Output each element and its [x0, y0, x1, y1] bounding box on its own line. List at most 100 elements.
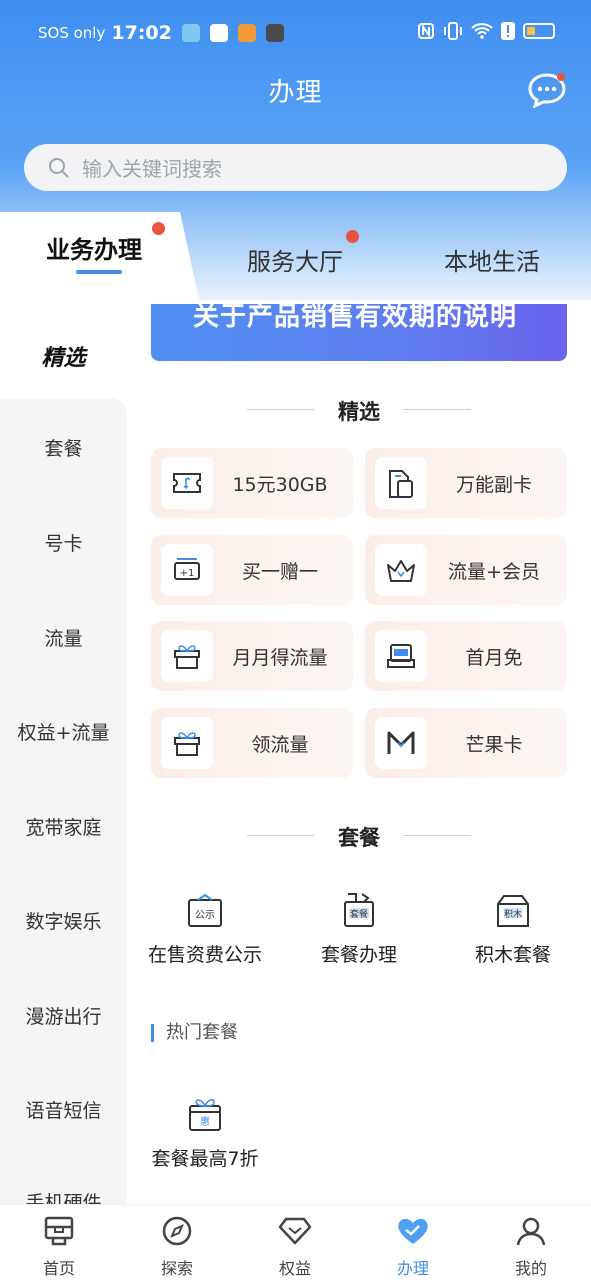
featured-section-title: 精选: [151, 396, 567, 426]
package-icon: 套餐: [289, 888, 429, 928]
chat-bubble-icon: [528, 73, 566, 109]
tab-label: 业务办理: [46, 236, 142, 264]
card-claim-data[interactable]: 领流量: [151, 708, 353, 778]
sidebar-item-number-card[interactable]: 号卡: [0, 529, 127, 556]
search-bar[interactable]: 输入关键词搜索: [24, 144, 567, 191]
tab-service-hall[interactable]: 服务大厅: [247, 242, 343, 277]
search-icon: [49, 157, 69, 178]
status-bar: SOS only 17:02: [0, 0, 591, 64]
search-placeholder: 输入关键词搜索: [82, 157, 222, 181]
icon-badge-text: 公示: [195, 910, 215, 921]
divider: [247, 409, 315, 410]
package-item-block-package[interactable]: 积木 积木套餐: [443, 888, 583, 967]
nav-explore[interactable]: 探索: [127, 1213, 227, 1279]
compass-icon: [127, 1213, 227, 1249]
card-mango-card[interactable]: 芒果卡: [365, 708, 567, 778]
nav-label: 权益: [278, 1259, 311, 1278]
top-tabs: 业务办理 服务大厅 本地生活: [0, 212, 591, 304]
card-label: 领流量: [251, 734, 309, 756]
card-label: 15元30GB: [232, 474, 328, 496]
divider: [403, 409, 471, 410]
battery-icon: [523, 23, 555, 39]
card-universal-secondary-card[interactable]: 万能副卡: [365, 448, 567, 518]
card-label: 首月免: [465, 647, 523, 669]
nav-benefits[interactable]: 权益: [245, 1213, 345, 1279]
heart-icon: [363, 1213, 463, 1249]
card-buy-one-get-one[interactable]: +1 买一赠一: [151, 535, 353, 605]
notification-dot: [152, 222, 165, 235]
alert-icon: [501, 22, 515, 40]
card-monthly-data[interactable]: 月月得流量: [151, 621, 353, 691]
page-title: 办理: [268, 78, 323, 108]
card-label: 流量+会员: [448, 561, 540, 583]
nav-mine[interactable]: 我的: [481, 1213, 581, 1279]
package-item-label: 积木套餐: [474, 944, 551, 966]
sidebar-item-package[interactable]: 套餐: [0, 434, 127, 461]
app-notification-icon: [181, 24, 200, 42]
carrier-text: SOS only: [38, 24, 106, 42]
package-item-package-handling[interactable]: 套餐 套餐办理: [289, 888, 429, 967]
card-data-plus-membership[interactable]: 流量+会员: [365, 535, 567, 605]
sim-card-icon: [375, 457, 427, 509]
icon-badge-text: 积木: [504, 908, 522, 920]
status-right: [417, 22, 555, 40]
profile-icon: [481, 1213, 581, 1249]
status-left: SOS only 17:02: [38, 22, 284, 44]
mango-m-icon: [375, 717, 427, 769]
app-notification-icon: [265, 24, 284, 42]
card-label: 买一赠一: [241, 561, 318, 583]
divider: [403, 835, 471, 836]
sidebar-curve-inner: [0, 398, 127, 418]
card-first-month-free[interactable]: 首月免: [365, 621, 567, 691]
divider: [247, 835, 315, 836]
crown-icon: [375, 544, 427, 596]
sidebar-item-data[interactable]: 流量: [0, 624, 127, 651]
active-tab-indicator: [76, 270, 122, 274]
nav-home[interactable]: 首页: [9, 1213, 109, 1279]
package-section-title: 套餐: [151, 822, 567, 852]
nav-handle[interactable]: 办理: [363, 1213, 463, 1279]
gift-box-icon: [161, 630, 213, 682]
home-icon: [9, 1213, 109, 1249]
sidebar-item-benefits-data[interactable]: 权益+流量: [0, 718, 127, 745]
sidebar-item-roaming[interactable]: 漫游出行: [0, 1002, 127, 1029]
sidebar-item-entertainment[interactable]: 数字娱乐: [0, 907, 127, 934]
hot-package-discount[interactable]: 惠 套餐最高7折: [135, 1092, 275, 1171]
sidebar-item-featured[interactable]: 精选: [0, 340, 127, 372]
sidebar-item-hardware[interactable]: 手机硬件: [0, 1188, 127, 1204]
clock: 17:02: [111, 22, 172, 44]
gift-box-icon: [161, 717, 213, 769]
tab-label: 本地生活: [444, 248, 540, 276]
nav-label: 探索: [160, 1259, 193, 1278]
card-label: 万能副卡: [455, 474, 532, 496]
nav-label: 首页: [42, 1259, 75, 1278]
notice-banner[interactable]: 关于产品销售有效期的说明: [151, 304, 567, 361]
message-button[interactable]: [527, 72, 567, 109]
discount-gift-icon: 惠: [135, 1092, 275, 1132]
svg-text:+1: +1: [180, 568, 195, 579]
nav-label: 我的: [514, 1259, 547, 1278]
package-item-label: 在售资费公示: [147, 944, 262, 966]
nav-label: 办理: [396, 1259, 429, 1278]
plus-one-icon: +1: [161, 544, 213, 596]
notification-dot: [346, 230, 359, 243]
tab-label: 服务大厅: [247, 248, 343, 276]
card-15yuan-30gb[interactable]: 15元30GB: [151, 448, 353, 518]
wifi-icon: [471, 23, 493, 39]
icon-badge-text: 惠: [200, 1115, 210, 1128]
package-item-label: 套餐办理: [320, 944, 397, 966]
sidebar-item-voice-sms[interactable]: 语音短信: [0, 1096, 127, 1123]
hot-packages-title: 热门套餐: [151, 1024, 238, 1042]
first-month-icon: [375, 630, 427, 682]
diamond-icon: [245, 1213, 345, 1249]
tab-business[interactable]: 业务办理: [46, 230, 142, 265]
app-notification-icon: [237, 24, 256, 42]
sidebar-item-broadband[interactable]: 宽带家庭: [0, 813, 127, 840]
nfc-icon: [418, 23, 434, 39]
bottom-navigation: 首页 探索 权益 办理 我的: [0, 1204, 591, 1280]
package-item-label: 套餐最高7折: [151, 1148, 259, 1170]
icon-badge-text: 套餐: [350, 908, 368, 920]
vibrate-icon: [444, 22, 462, 40]
package-item-tariff-disclosure[interactable]: 公示 在售资费公示: [135, 888, 275, 967]
tab-local-life[interactable]: 本地生活: [444, 242, 540, 277]
